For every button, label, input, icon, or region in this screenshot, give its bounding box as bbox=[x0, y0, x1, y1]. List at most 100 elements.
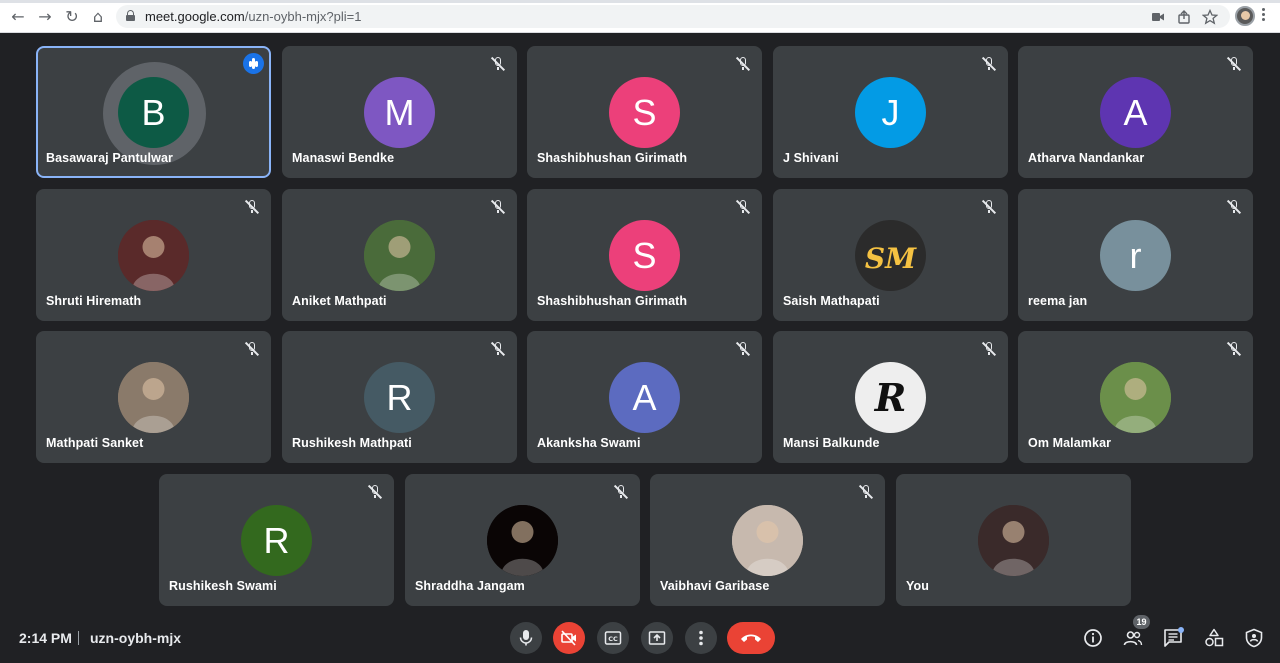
avatar-logo-text: R bbox=[874, 375, 907, 420]
participant-name: Shruti Hiremath bbox=[46, 294, 142, 308]
participant-tile-aniket-mathpati[interactable]: Aniket Mathpati bbox=[282, 189, 517, 321]
participant-tile-j-shivani[interactable]: J J Shivani bbox=[773, 46, 1008, 178]
participant-tile-akanksha-swami[interactable]: A Akanksha Swami bbox=[527, 331, 762, 463]
participant-photo bbox=[118, 220, 189, 291]
mic-off-icon bbox=[1226, 56, 1241, 72]
participant-tile-atharva-nandankar[interactable]: A Atharva Nandankar bbox=[1018, 46, 1253, 178]
leave-call-button[interactable] bbox=[727, 622, 775, 654]
participant-avatar: S bbox=[609, 220, 680, 291]
browser-menu-icon[interactable] bbox=[1262, 8, 1266, 24]
participant-tile-you[interactable]: You bbox=[896, 474, 1131, 606]
participant-tile-reema-jan[interactable]: r reema jan bbox=[1018, 189, 1253, 321]
host-controls-icon[interactable] bbox=[1244, 628, 1264, 648]
participant-photo bbox=[1100, 362, 1171, 433]
forward-button[interactable]: → bbox=[35, 7, 55, 27]
participant-tile-om-malamkar[interactable]: Om Malamkar bbox=[1018, 331, 1253, 463]
info-icon[interactable] bbox=[1083, 628, 1103, 648]
present-now-button[interactable] bbox=[641, 622, 673, 654]
address-bar[interactable]: meet.google.com/uzn-oybh-mjx?pli=1 bbox=[116, 5, 1230, 28]
participant-avatar: r bbox=[1100, 220, 1171, 291]
camera-off-icon bbox=[561, 630, 576, 646]
profile-avatar[interactable] bbox=[1235, 6, 1255, 26]
participant-tile-mansi-balkunde[interactable]: R Mansi Balkunde bbox=[773, 331, 1008, 463]
participant-name: Om Malamkar bbox=[1028, 436, 1112, 450]
participant-tile-vaibhavi-garibase[interactable]: Vaibhavi Garibase bbox=[650, 474, 885, 606]
participant-avatar: R bbox=[241, 505, 312, 576]
mic-off-icon bbox=[244, 341, 259, 357]
participant-tile-shashibhushan-girimath[interactable]: S Shashibhushan Girimath bbox=[527, 189, 762, 321]
mic-off-icon bbox=[490, 199, 505, 215]
back-button[interactable]: ← bbox=[8, 7, 28, 27]
tab-strip-edge bbox=[0, 0, 1280, 3]
more-options-icon bbox=[699, 630, 703, 646]
participant-name: Akanksha Swami bbox=[537, 436, 641, 450]
participant-name: Shashibhushan Girimath bbox=[537, 294, 688, 308]
participant-avatar: A bbox=[1100, 77, 1171, 148]
participant-grid: B Basawaraj Pantulwar M Manaswi Bendke S Shas… bbox=[0, 33, 1280, 613]
participant-tile-shruti-hiremath[interactable]: Shruti Hiremath bbox=[36, 189, 271, 321]
mic-off-icon bbox=[367, 484, 382, 500]
activities-icon[interactable] bbox=[1204, 628, 1224, 648]
meeting-code: uzn-oybh-mjx bbox=[90, 630, 181, 646]
share-icon[interactable] bbox=[1176, 9, 1192, 25]
participant-name: Manaswi Bendke bbox=[292, 151, 395, 165]
microphone-button[interactable] bbox=[510, 622, 542, 654]
avatar-logo-text: SM bbox=[864, 242, 917, 275]
url-path: /uzn-oybh-mjx?pli=1 bbox=[244, 9, 362, 24]
participant-name: Shraddha Jangam bbox=[415, 579, 525, 593]
participant-photo bbox=[487, 505, 558, 576]
participant-name: Shashibhushan Girimath bbox=[537, 151, 688, 165]
participant-photo bbox=[732, 505, 803, 576]
participant-avatar: S bbox=[609, 77, 680, 148]
mic-off-icon bbox=[981, 199, 996, 215]
participant-name: Mansi Balkunde bbox=[783, 436, 880, 450]
mic-off-icon bbox=[735, 56, 750, 72]
participant-name: Saish Mathapati bbox=[783, 294, 880, 308]
meeting-controls-bar: 2:14 PM uzn-oybh-mjx CC bbox=[0, 613, 1280, 663]
participant-tile-mathpati-sanket[interactable]: Mathpati Sanket bbox=[36, 331, 271, 463]
photo-placeholder bbox=[364, 220, 435, 291]
url-text[interactable]: meet.google.com/uzn-oybh-mjx?pli=1 bbox=[145, 9, 361, 24]
captions-icon: CC bbox=[604, 631, 622, 645]
participant-name: Atharva Nandankar bbox=[1028, 151, 1145, 165]
participant-avatar: A bbox=[609, 362, 680, 433]
participant-tile-manaswi-bendke[interactable]: M Manaswi Bendke bbox=[282, 46, 517, 178]
more-options-button[interactable] bbox=[685, 622, 717, 654]
divider bbox=[78, 631, 79, 645]
mic-off-icon bbox=[490, 341, 505, 357]
photo-placeholder bbox=[487, 505, 558, 576]
participant-photo bbox=[978, 505, 1049, 576]
mic-off-icon bbox=[981, 341, 996, 357]
url-host: meet.google.com bbox=[145, 9, 245, 24]
participant-tile-shashibhushan-girimath[interactable]: S Shashibhushan Girimath bbox=[527, 46, 762, 178]
participant-tile-rushikesh-swami[interactable]: R Rushikesh Swami bbox=[159, 474, 394, 606]
participant-tile-shraddha-jangam[interactable]: Shraddha Jangam bbox=[405, 474, 640, 606]
meeting-time: 2:14 PM bbox=[19, 630, 72, 646]
captions-button[interactable]: CC bbox=[597, 622, 629, 654]
mic-off-icon bbox=[735, 341, 750, 357]
speaking-indicator-icon bbox=[243, 53, 264, 74]
mic-icon bbox=[519, 630, 533, 646]
lock-icon[interactable] bbox=[126, 10, 135, 21]
home-button[interactable]: ⌂ bbox=[88, 7, 108, 27]
participant-name: Rushikesh Mathpati bbox=[292, 436, 412, 450]
participant-avatar: M bbox=[364, 77, 435, 148]
browser-toolbar: ← → ↻ ⌂ meet.google.com/uzn-oybh-mjx?pli… bbox=[0, 0, 1280, 33]
participant-avatar: B bbox=[118, 77, 189, 148]
participant-photo: R bbox=[855, 362, 926, 433]
participant-photo: SM bbox=[855, 220, 926, 291]
participant-name: Rushikesh Swami bbox=[169, 579, 277, 593]
people-icon[interactable] bbox=[1123, 628, 1143, 648]
participant-tile-rushikesh-mathpati[interactable]: R Rushikesh Mathpati bbox=[282, 331, 517, 463]
camera-button[interactable] bbox=[553, 622, 585, 654]
participant-name: reema jan bbox=[1028, 294, 1088, 308]
mic-off-icon bbox=[858, 484, 873, 500]
mic-off-icon bbox=[244, 199, 259, 215]
photo-placeholder bbox=[732, 505, 803, 576]
camera-in-use-icon[interactable] bbox=[1150, 9, 1166, 25]
photo-placeholder bbox=[1100, 362, 1171, 433]
participant-tile-basawaraj-pantulwar[interactable]: B Basawaraj Pantulwar bbox=[36, 46, 271, 178]
reload-button[interactable]: ↻ bbox=[62, 7, 82, 27]
bookmark-star-icon[interactable] bbox=[1202, 9, 1218, 25]
participant-tile-saish-mathapati[interactable]: SM Saish Mathapati bbox=[773, 189, 1008, 321]
